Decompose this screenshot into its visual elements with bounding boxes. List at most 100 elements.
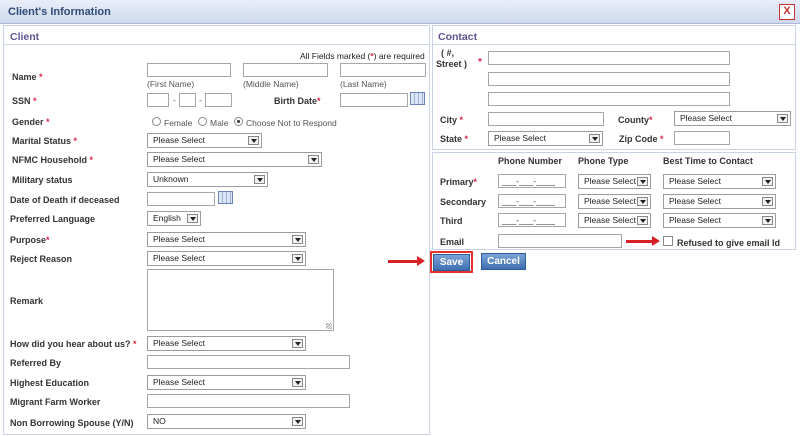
hear-about-label: How did you hear about us? * xyxy=(10,339,137,349)
ssn-part2-input[interactable] xyxy=(179,93,196,107)
non-borrowing-spouse-select[interactable]: NO xyxy=(147,414,306,429)
street-line1-input[interactable] xyxy=(488,51,730,65)
chevron-down-icon xyxy=(292,235,303,244)
secondary-phone-type-value: Please Select xyxy=(584,196,636,206)
remark-textarea[interactable] xyxy=(147,269,334,331)
third-best-time-value: Please Select xyxy=(669,215,721,225)
gender-female-label: Female xyxy=(164,118,193,128)
secondary-phone-value: ___-___-____ xyxy=(502,196,555,206)
annotation-arrow xyxy=(626,236,660,246)
middle-name-input[interactable] xyxy=(243,63,328,77)
refused-email-label: Refused to give email Id xyxy=(677,238,781,248)
name-label: Name * xyxy=(12,72,43,82)
county-value: Please Select xyxy=(680,113,732,123)
ssn-part3-input[interactable] xyxy=(205,93,232,107)
highest-education-label: Highest Education xyxy=(10,378,90,388)
birth-date-required-star: * xyxy=(317,96,321,106)
county-label: County* xyxy=(618,115,653,125)
email-input[interactable] xyxy=(498,234,622,248)
secondary-phone-input[interactable]: ___-___-____ xyxy=(498,194,566,208)
highest-education-value: Please Select xyxy=(153,377,205,387)
nfmc-household-label-text: NFMC Household xyxy=(12,155,87,165)
street-label-line2: Street ) xyxy=(436,59,467,69)
zip-code-label-text: Zip Code xyxy=(619,134,658,144)
zip-required-star: * xyxy=(660,134,664,144)
gender-no-respond-radio[interactable] xyxy=(234,117,243,126)
chevron-down-icon xyxy=(637,216,648,225)
nfmc-household-select[interactable]: Please Select xyxy=(147,152,322,167)
contact-section-title: Contact xyxy=(438,31,478,43)
refused-email-checkbox[interactable] xyxy=(663,236,673,246)
birth-date-label-text: Birth Date xyxy=(274,96,318,106)
county-select[interactable]: Please Select xyxy=(674,111,791,126)
state-label-text: State xyxy=(440,134,463,144)
third-phone-type-select[interactable]: Please Select xyxy=(578,213,651,228)
third-best-time-select[interactable]: Please Select xyxy=(663,213,776,228)
phone-row-label: Secondary xyxy=(440,197,487,207)
close-icon[interactable]: X xyxy=(779,4,795,20)
primary-phone-type-value: Please Select xyxy=(584,176,636,186)
secondary-phone-type-select[interactable]: Please Select xyxy=(578,194,651,209)
chevron-down-icon xyxy=(292,417,303,426)
gender-male-radio[interactable] xyxy=(198,117,207,126)
hear-about-label-text: How did you hear about us? xyxy=(10,339,131,349)
primary-best-time-select[interactable]: Please Select xyxy=(663,174,776,189)
purpose-label-text: Purpose xyxy=(10,235,47,245)
phone-row-label-text: Primary xyxy=(440,177,474,187)
birth-date-calendar-icon[interactable] xyxy=(410,92,425,105)
phone-type-header: Phone Type xyxy=(578,156,629,166)
chevron-down-icon xyxy=(762,197,773,206)
hear-about-select[interactable]: Please Select xyxy=(147,336,306,351)
state-select[interactable]: Please Select xyxy=(488,131,603,146)
save-button[interactable]: Save xyxy=(433,254,470,271)
purpose-label: Purpose* xyxy=(10,235,50,245)
third-phone-input[interactable]: ___-___-____ xyxy=(498,213,566,227)
migrant-farm-worker-input[interactable] xyxy=(147,394,350,408)
ssn-part1-input[interactable] xyxy=(147,93,169,107)
chevron-down-icon xyxy=(589,134,600,143)
date-of-death-input[interactable] xyxy=(147,192,215,206)
hear-about-value: Please Select xyxy=(153,338,205,348)
preferred-language-label: Preferred Language xyxy=(10,214,96,224)
last-name-hint: (Last Name) xyxy=(340,79,387,89)
window-title: Client's Information xyxy=(8,6,111,18)
first-name-input[interactable] xyxy=(147,63,231,77)
contact-divider xyxy=(433,44,795,45)
chevron-down-icon xyxy=(292,378,303,387)
secondary-best-time-select[interactable]: Please Select xyxy=(663,194,776,209)
cancel-button[interactable]: Cancel xyxy=(481,253,526,270)
county-label-text: County xyxy=(618,115,649,125)
street-line2-input[interactable] xyxy=(488,72,730,86)
primary-phone-type-select[interactable]: Please Select xyxy=(578,174,651,189)
resize-handle-icon[interactable] xyxy=(326,323,332,329)
primary-phone-input[interactable]: ___-___-____ xyxy=(498,174,566,188)
highest-education-select[interactable]: Please Select xyxy=(147,375,306,390)
birth-date-input[interactable] xyxy=(340,93,408,107)
primary-best-time-value: Please Select xyxy=(669,176,721,186)
street-line3-input[interactable] xyxy=(488,92,730,106)
preferred-language-select[interactable]: English xyxy=(147,211,201,226)
best-time-header: Best Time to Contact xyxy=(663,156,753,166)
ssn-label: SSN * xyxy=(12,96,37,106)
middle-name-hint: (Middle Name) xyxy=(243,79,299,89)
name-label-text: Name xyxy=(12,72,37,82)
referred-by-input[interactable] xyxy=(147,355,350,369)
reject-reason-select[interactable]: Please Select xyxy=(147,251,306,266)
city-input[interactable] xyxy=(488,112,604,126)
purpose-select[interactable]: Please Select xyxy=(147,232,306,247)
ssn-separator: - xyxy=(173,95,176,105)
chevron-down-icon xyxy=(292,254,303,263)
migrant-farm-worker-label: Migrant Farm Worker xyxy=(10,397,101,407)
required-note: All Fields marked (*) are required xyxy=(300,51,425,61)
military-status-select[interactable]: Unknown xyxy=(147,172,268,187)
date-of-death-calendar-icon[interactable] xyxy=(218,191,233,204)
zip-code-input[interactable] xyxy=(674,131,730,145)
last-name-input[interactable] xyxy=(340,63,426,77)
gender-female-radio[interactable] xyxy=(152,117,161,126)
required-note-post: ) are required xyxy=(373,51,425,61)
ssn-required-star: * xyxy=(33,96,37,106)
window-titlebar: Client's Information X xyxy=(0,0,800,24)
zip-code-label: Zip Code * xyxy=(619,134,664,144)
marital-status-select[interactable]: Please Select xyxy=(147,133,262,148)
reject-reason-label: Reject Reason xyxy=(10,254,73,264)
